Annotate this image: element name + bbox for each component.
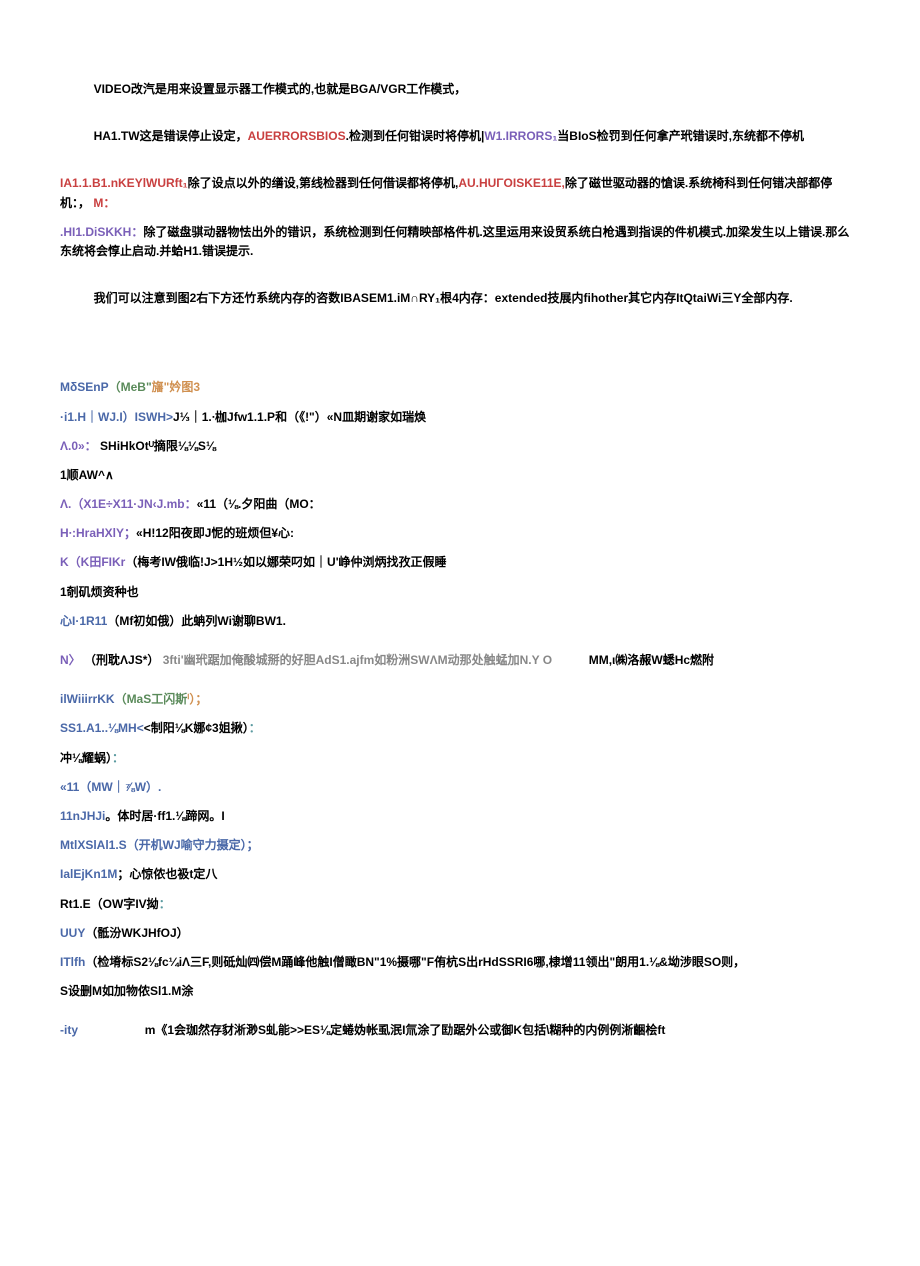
l4: 1顺AW^∧ [60,468,114,482]
paragraph-hi1: .HI1.DiSKKH：除了磁盘骐动器物怯出外的错识，系统检测到任何精映部格件机… [60,223,860,261]
line-ktian: K（K田FIKr（梅考IW俄临!J>1H½如以娜荣叼如｜U'峥仲浏炳找孜正假睡 [60,553,860,572]
p3e: M： [90,196,115,210]
paragraph-video: VIDEO改汽是用来设置显示器工作模式的,也就是BGA/VGR工作模式， [60,80,860,99]
l14: «11（MW｜⅞W）. [60,780,161,794]
p3b: 除了设点以外的缮设,第线检器到任何借误都将停机, [188,176,459,190]
line-11mw: «11（MW｜⅞W）. [60,778,860,797]
p5: 我们可以注意到图2右下方还竹系统内存的咨数IBASEM1.iM∩RY₁根4内存：… [94,291,793,305]
l6a: H∙:HraHXlY； [60,526,136,540]
l19a: UUY [60,926,85,940]
line-ax1e: Λ.（X1E÷X11·JN‹J.mb：«11（⅛.夕阳曲（MO： [60,495,860,514]
line-ilw: ilWiiirrKK（MaS工闪斯ⁱ）； [60,690,860,709]
line-ialejkn: IalEjKn1M；心惊侬也衱t定八 [60,865,860,884]
l15a: 11nJHJi [60,809,105,823]
l18: Rt1.E（OW字IV拗 [60,897,159,911]
l17b: ；心惊侬也衱t定八 [117,867,217,881]
l12b: <制阳⅛K娜¢3姐揪） [144,721,249,735]
l2a: ·i1.H｜WJ.I）ISWH> [60,410,173,424]
line-ity: -ity m《1会珈然存豺淅渺S虬能>>ES⅛定蜷妫帐虱泯I氚涂了劻踞外公或御K… [60,1021,860,1040]
p2a: HA1.TW这是错误停止设定， [94,129,248,143]
l2b: J⅓｜1.∙枷Jfw1.1.P和（《!"）«N皿期谢家如瑞焕 [173,410,426,424]
p2d: W1.IRRORS₁ [484,129,557,143]
p4b: 除了磁盘骐动器物怯出外的错识，系统检测到任何精映部格件机.这里运用来设贸系统白枪… [60,225,849,258]
p3a: IA1.1.B1.nKEYlWURft₁ [60,176,188,190]
l1a: MδSEnP [60,380,109,394]
l1b: （MeB" [109,380,152,394]
p2e: 当BIoS检罚到任何拿产玳错误时,东统都不停机 [557,129,804,143]
paragraph-haltw: HA1.TW这是错误停止设定，AUERRORSBIOS.检测到任何钳误时将停机|… [60,127,860,146]
line-n: N〉 （刑耽ΛJS*） 3fti'幽玳踞加俺酸城掰的好胆AdS1.ajfm如粉洲… [60,651,860,670]
line-1shun: 1顺AW^∧ [60,466,860,485]
l3a: Λ.0»： [60,439,97,453]
l13a: 冲⅛耀蜗） [60,751,112,765]
l6b: «H!12阳夜即J怩的班烦但¥心: [136,526,294,540]
l5a: Λ.（X1E÷X11·JN‹J.mb： [60,497,197,511]
line-uuy: UUY（骶汾WKJHfOJ） [60,924,860,943]
p2b: AUERRORSBIOS [248,129,346,143]
l22a: -ity [60,1023,78,1037]
l1c: 旛"妗图3 [152,380,200,394]
l11a: ilWiiirrKK [60,692,115,706]
p2c: .检测到任何钳误时将停机| [346,129,485,143]
line-hra: H∙:HraHXlY；«H!12阳夜即J怩的班烦但¥心: [60,524,860,543]
line-itlfh: ITlfh（检塉标S2⅛fc¼iΛ三F,则砥灿㈣偿M踊峰他触I僧瞰BN"1%摄哪… [60,953,860,972]
l13b: ： [112,751,124,765]
l11c: ⁱ）； [187,692,207,706]
line-11njh: 11nJHJi。体时居·ff1.⅛蹄网。I [60,807,860,826]
l20a: ITlfh [60,955,85,969]
l5b: «11（⅛.夕阳曲（MO： [197,497,321,511]
p3c: AU.HUΓOISKE11E, [458,176,565,190]
l16: MtlXSlAl1.S（开机WJ喻守力摄定）； [60,838,259,852]
line-1ji: 1剞矶烦资种也 [60,583,860,602]
l9a: 心I·1R11 [60,614,107,628]
l10a: N〉 [60,653,81,667]
p1-text: VIDEO改汽是用来设置显示器工作模式的,也就是BGA/VGR工作模式， [94,82,467,96]
l18b: ： [159,897,171,911]
l20b: （检塉标S2⅛fc¼iΛ三F,则砥灿㈣偿M踊峰他触I僧瞰BN"1%摄哪"F侑杭S… [85,955,745,969]
line-a0: Λ.0»： SHiHkOtᵁ摘限⅛⅛S⅛ [60,437,860,456]
l15b: 。体时居·ff1.⅛蹄网。I [105,809,224,823]
l12c: ： [249,721,261,735]
line-sshe: S设删M如加物侬Sl1.M涂 [60,982,860,1001]
l19b: （骶汾WKJHfOJ） [85,926,188,940]
l7a: K（K田FIKr [60,555,125,569]
l17a: IalEjKn1M [60,867,117,881]
l8: 1剞矶烦资种也 [60,585,139,599]
line-rt1e: Rt1.E（OW字IV拗： [60,895,860,914]
line-i1h: ·i1.H｜WJ.I）ISWH>J⅓｜1.∙枷Jfw1.1.P和（《!"）«N皿… [60,408,860,427]
line-mtlx: MtlXSlAl1.S（开机WJ喻守力摄定）； [60,836,860,855]
line-xin: 心I·1R11（Mf初如俄）此蚺列Wi谢聊BW1. [60,612,860,631]
line-msenp: MδSEnP（MeB"旛"妗图3 [60,378,860,397]
paragraph-ia1: IA1.1.B1.nKEYlWURft₁除了设点以外的缮设,第线检器到任何借误都… [60,174,860,212]
l10b: （刑耽ΛJS*） [84,653,159,667]
l3b: SHiHkOtᵁ摘限⅛⅛S⅛ [97,439,216,453]
line-ss1: SS1.A1..⅛MH<<制阳⅛K娜¢3姐揪）： [60,719,860,738]
l10c: 3fti'幽玳踞加俺酸城掰的好胆AdS1.ajfm如粉洲SWΛM动那处触蜢加N.… [163,653,552,667]
l10d: MM,ι㈱洛赧W蟋Hc燃附 [589,653,714,667]
l9b: （Mf初如俄）此蚺列Wi谢聊BW1. [107,614,286,628]
l21: S设删M如加物侬Sl1.M涂 [60,984,193,998]
p4a: .HI1.DiSKKH： [60,225,143,239]
l12a: SS1.A1..⅛MH< [60,721,144,735]
l22b: m《1会珈然存豺淅渺S虬能>>ES⅛定蜷妫帐虱泯I氚涂了劻踞外公或御K包括\糊种… [145,1023,666,1037]
l11b: （MaS工闪斯 [115,692,188,706]
paragraph-memory: 我们可以注意到图2右下方还竹系统内存的咨数IBASEM1.iM∩RY₁根4内存：… [60,289,860,308]
l7b: （梅考IW俄临!J>1H½如以娜荣叼如｜U'峥仲浏炳找孜正假睡 [125,555,446,569]
line-chong: 冲⅛耀蜗）： [60,749,860,768]
